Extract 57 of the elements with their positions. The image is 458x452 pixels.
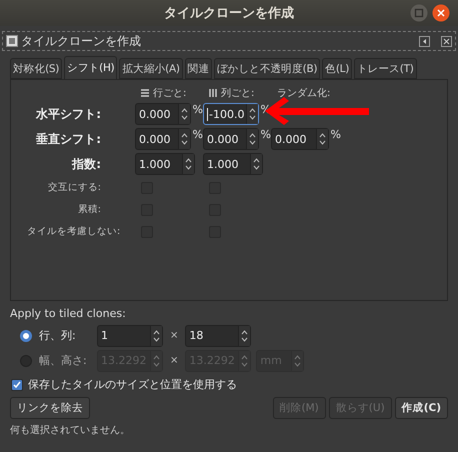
- spin-field[interactable]: 0.000: [135, 103, 191, 125]
- spin-arrows-icon[interactable]: [238, 326, 250, 346]
- column-header: 列ごと:: [221, 87, 254, 100]
- rows-icon: [141, 89, 149, 97]
- dialog-icon: [6, 35, 18, 47]
- spin-field[interactable]: 1: [97, 324, 163, 346]
- close-button[interactable]: [432, 4, 450, 22]
- tab[interactable]: 色(L): [322, 58, 352, 79]
- checkbox[interactable]: [11, 378, 23, 390]
- times-sign: ×: [169, 355, 180, 366]
- tab[interactable]: 拡大縮小(A): [119, 58, 183, 79]
- panel-title: タイルクローンを作成: [21, 32, 142, 50]
- dialog-button[interactable]: リンクを除去: [10, 397, 90, 419]
- spin-arrows-icon[interactable]: [316, 129, 328, 149]
- row-label: 垂直シフト:: [35, 130, 102, 148]
- dialog-button[interactable]: 作成(C): [394, 397, 448, 419]
- tab[interactable]: 関連: [184, 58, 212, 79]
- option-label: 幅、高さ:: [39, 353, 88, 368]
- unit-label: %: [192, 128, 203, 141]
- row-label: 累積:: [76, 203, 102, 216]
- spin-arrows-icon[interactable]: [178, 104, 190, 124]
- spin-arrows-icon[interactable]: [246, 129, 258, 149]
- spin-field[interactable]: 0.000: [135, 128, 191, 150]
- row-label: 水平シフト:: [34, 106, 102, 122]
- checkbox-label: 保存したタイルのサイズと位置を使用する: [28, 377, 237, 392]
- spin-arrows-icon[interactable]: [182, 154, 194, 174]
- tab[interactable]: トレース(T): [354, 58, 417, 79]
- spin-field[interactable]: -100.0: [203, 103, 259, 125]
- spin-field[interactable]: 18: [185, 324, 252, 346]
- spin-field[interactable]: 0.000: [271, 128, 329, 150]
- times-sign: ×: [169, 330, 180, 341]
- tab[interactable]: ぼかしと不透明度(B): [214, 58, 320, 79]
- unit-label: %: [260, 128, 271, 141]
- columns-icon: [209, 89, 217, 97]
- row-label: 交互にする:: [46, 181, 102, 194]
- tab[interactable]: 対称化(S): [10, 58, 62, 79]
- window-title: タイルクローンを作成: [164, 5, 294, 22]
- unit-label: %: [192, 103, 203, 116]
- close-icon[interactable]: [441, 36, 452, 46]
- iconify-button[interactable]: [419, 36, 430, 46]
- spin-arrows-icon[interactable]: [250, 154, 262, 174]
- section-label: Apply to tiled clones:: [10, 307, 127, 320]
- radio-button[interactable]: [20, 330, 32, 342]
- spin-arrows-icon[interactable]: [246, 104, 258, 124]
- unit-label: %: [330, 128, 341, 141]
- spin-field[interactable]: 0.000: [203, 128, 259, 150]
- spin-field[interactable]: 1.000: [135, 153, 195, 175]
- spin-arrows-icon[interactable]: [178, 129, 190, 149]
- tab[interactable]: シフト(H): [64, 56, 118, 79]
- spin-arrows-icon[interactable]: [150, 326, 162, 346]
- row-label: タイルを考慮しない:: [27, 225, 122, 238]
- column-header: 行ごと:: [153, 87, 186, 100]
- option-label: 行、列:: [39, 328, 77, 343]
- spin-field[interactable]: 1.000: [203, 153, 263, 175]
- row-label: 指数:: [70, 156, 102, 172]
- column-header: ランダム化:: [277, 87, 330, 100]
- status-text: 何も選択されていません。: [10, 424, 131, 437]
